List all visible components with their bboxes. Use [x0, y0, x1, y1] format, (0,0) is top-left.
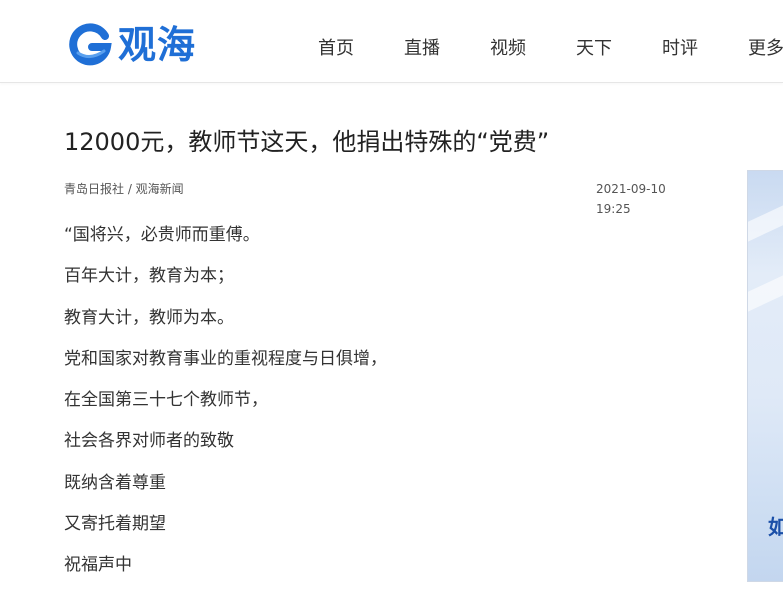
nav-more[interactable]: 更多	[748, 36, 783, 62]
nav-home[interactable]: 首页	[318, 36, 354, 62]
nav-video[interactable]: 视频	[490, 36, 526, 62]
article-paragraph: 百年大计，教育为本；	[64, 266, 234, 287]
article-time: 2021-09-10 19:25	[596, 182, 666, 216]
article-paragraph: 党和国家对教育事业的重视程度与日俱增，	[64, 348, 387, 369]
article-paragraph: 社会各界对师者的致敬	[64, 431, 234, 452]
article-body: “国将兴，必贵师而重傅。 百年大计，教育为本； 教育大计，教师为本。 党和国家对…	[64, 222, 704, 578]
banner-light-streak	[748, 192, 783, 248]
page: 观海 首页 直播 视频 天下 时评 更多 12000元，教师节这天，他捐出特殊的…	[0, 0, 783, 605]
article-paragraph: 祝福声中	[64, 555, 132, 576]
article-title: 12000元，教师节这天，他捐出特殊的“党费”	[64, 128, 550, 156]
article-paragraph: “国将兴，必贵师而重傅。	[64, 225, 260, 245]
banner-text: 如	[768, 511, 783, 540]
article-paragraph: 既纳含着尊重	[64, 472, 166, 493]
main-nav: 首页 直播 视频 天下 时评 更多	[318, 36, 783, 62]
site-logo[interactable]: 观海	[68, 22, 196, 68]
article-meta: 青岛日报社 / 观海新闻 2021-09-10 19:25	[64, 179, 704, 216]
logo-text: 观海	[118, 23, 197, 67]
logo-g-icon	[69, 23, 112, 66]
article-paragraph: 教育大计，教师为本。	[64, 307, 234, 328]
side-ad-banner[interactable]: 如	[747, 170, 783, 582]
nav-commentary[interactable]: 时评	[662, 36, 698, 62]
banner-light-streak	[748, 262, 783, 318]
site-header: 观海 首页 直播 视频 天下 时评 更多	[0, 0, 783, 83]
article-paragraph: 又寄托着期望	[64, 514, 166, 535]
nav-live[interactable]: 直播	[404, 36, 440, 62]
article-source: 青岛日报社 / 观海新闻	[64, 182, 184, 196]
nav-world[interactable]: 天下	[576, 36, 612, 62]
article: 12000元，教师节这天，他捐出特殊的“党费” 青岛日报社 / 观海新闻 202…	[64, 120, 704, 594]
article-paragraph: 在全国第三十七个教师节，	[64, 390, 268, 411]
